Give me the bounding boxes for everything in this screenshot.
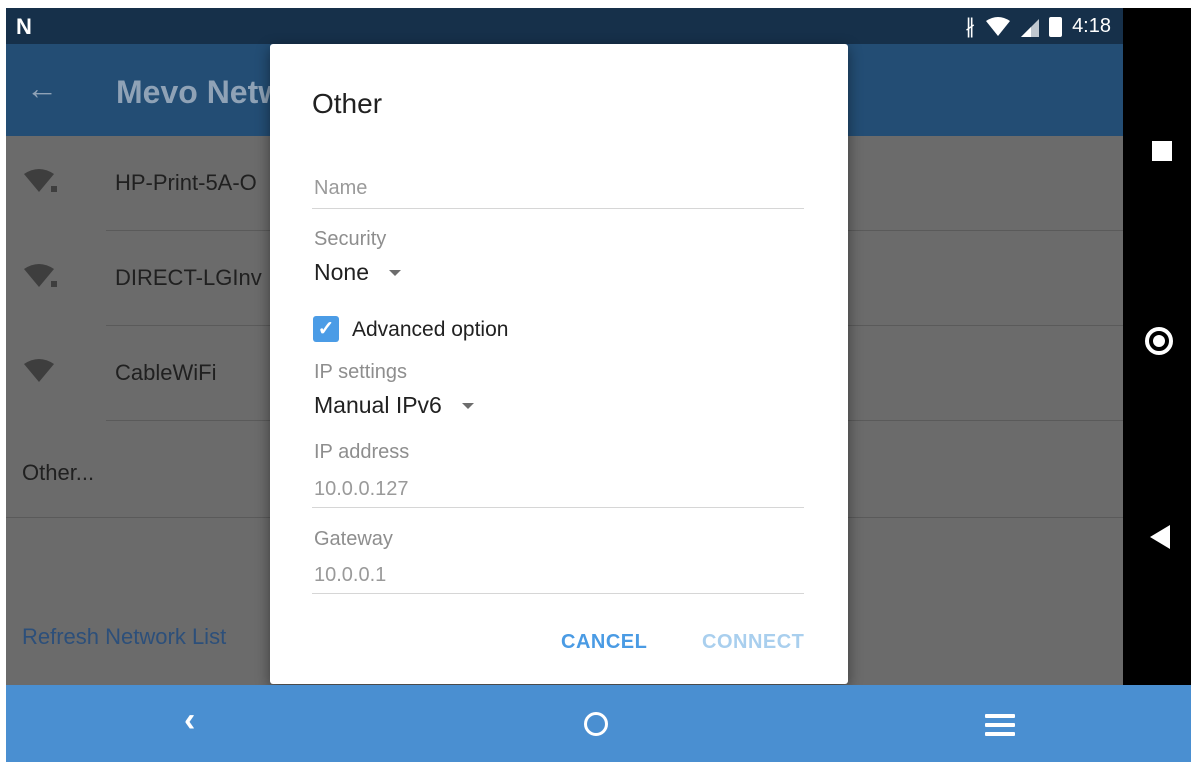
name-input[interactable]: Name: [314, 177, 367, 200]
security-label: Security: [314, 228, 387, 250]
dropdown-arrow-icon: [388, 269, 401, 276]
security-dropdown[interactable]: None: [314, 259, 401, 286]
home-icon[interactable]: [1145, 327, 1173, 355]
battery-icon: [1049, 16, 1063, 37]
ip-settings-dropdown[interactable]: Manual IPv6: [314, 392, 474, 419]
ip-settings-value: Manual IPv6: [314, 392, 442, 418]
network-name: HP-Print-5A-O: [115, 170, 257, 195]
bottom-navigation-bar: ‹: [6, 685, 1191, 762]
dropdown-arrow-icon: [461, 402, 474, 409]
wifi-locked-icon: [24, 169, 57, 192]
status-bar: N ∦ 4:18: [6, 8, 1123, 44]
other-label: Other...: [22, 460, 95, 485]
gateway-input[interactable]: 10.0.0.1: [314, 564, 386, 587]
security-value: None: [314, 259, 369, 285]
advanced-option-checkbox[interactable]: ✓: [313, 316, 339, 342]
back-icon[interactable]: [1150, 525, 1170, 549]
network-name: DIRECT-LGInv: [115, 265, 262, 290]
refresh-network-list-link[interactable]: Refresh Network List: [22, 624, 226, 650]
wifi-locked-icon: [24, 264, 57, 287]
app-logo: N: [16, 14, 32, 39]
page-title: Mevo Netw: [116, 74, 284, 110]
ip-settings-label: IP settings: [314, 361, 408, 383]
ip-address-input[interactable]: 10.0.0.127: [314, 478, 409, 501]
ip-address-label: IP address: [314, 441, 410, 463]
system-navigation-sidebar: [1123, 8, 1191, 685]
advanced-option-label[interactable]: Advanced option: [352, 318, 508, 342]
status-time: 4:18: [1072, 15, 1111, 37]
connect-button[interactable]: CONNECT: [702, 631, 804, 654]
gateway-label: Gateway: [314, 528, 393, 550]
home-circle-icon[interactable]: [584, 712, 608, 736]
wifi-icon: [986, 16, 1011, 36]
back-arrow-icon[interactable]: ←: [26, 70, 58, 107]
name-input-underline: [312, 208, 804, 209]
recent-apps-icon[interactable]: [1152, 141, 1172, 161]
network-name: CableWiFi: [115, 360, 217, 385]
chevron-left-icon[interactable]: ‹: [184, 701, 195, 740]
status-icons: ∦ 4:18: [965, 14, 1111, 39]
wifi-icon: [24, 359, 54, 382]
bluetooth-icon: ∦: [965, 16, 976, 38]
dialog-title: Other: [312, 88, 383, 119]
gateway-underline: [312, 593, 804, 594]
ip-address-underline: [312, 507, 804, 508]
cell-signal-icon: [1021, 18, 1040, 37]
cancel-button[interactable]: CANCEL: [561, 631, 647, 654]
other-network-dialog: Other Name Security None ✓ Advanced opti…: [270, 44, 848, 684]
menu-icon[interactable]: [985, 714, 1015, 741]
